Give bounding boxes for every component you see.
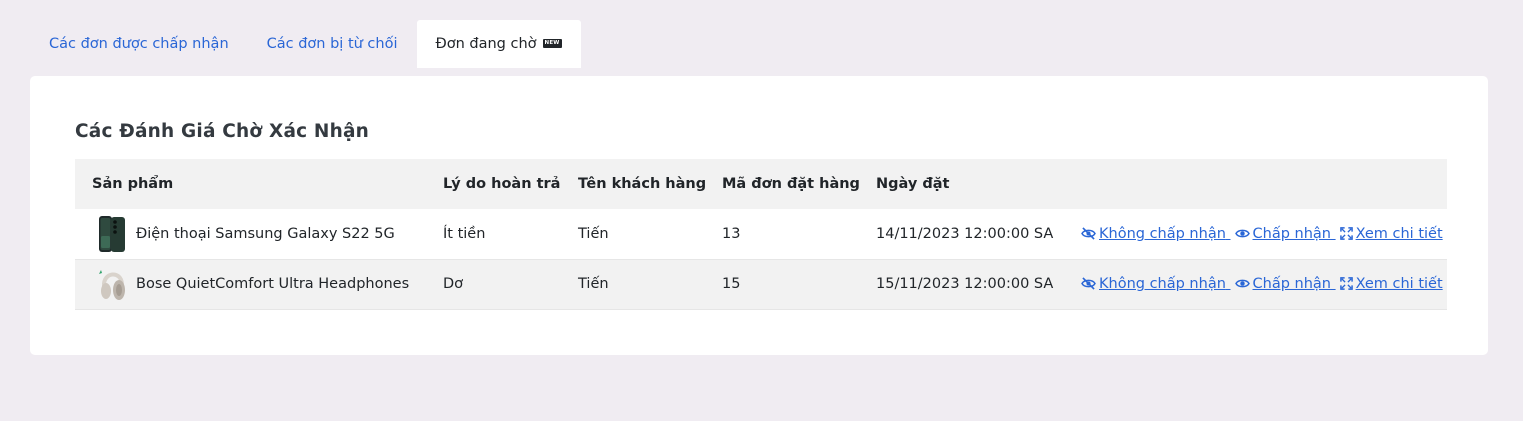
pending-orders-table: Sản phẩm Lý do hoàn trả Tên khách hàng M… [75,159,1447,310]
eye-icon [1234,229,1250,238]
header-actions [1081,159,1447,209]
view-details-label: Xem chi tiết [1355,225,1443,242]
headphones-thumbnail-icon [96,264,128,304]
expand-icon [1339,226,1353,240]
reject-link[interactable]: Không chấp nhận [1081,226,1231,242]
tab-accepted-label: Các đơn được chấp nhận [49,36,229,52]
cell-product: Điện thoại Samsung Galaxy S22 5G [75,209,443,259]
cell-date: 14/11/2023 12:00:00 SA [876,225,1054,242]
header-customer: Tên khách hàng [578,176,707,192]
status-tabs: Các đơn được chấp nhận Các đơn bị từ chố… [30,20,581,68]
product-name: Điện thoại Samsung Galaxy S22 5G [136,225,395,242]
product-name: Bose QuietComfort Ultra Headphones [136,276,410,292]
new-badge-icon: NEW [542,38,562,48]
tab-rejected-orders[interactable]: Các đơn bị từ chối [248,20,417,68]
header-product: Sản phẩm [92,176,174,192]
cell-actions: Không chấp nhận Chấp nhận Xem chi tiết [1081,259,1447,309]
cell-product: Bose QuietComfort Ultra Headphones [75,259,443,309]
eye-slash-icon [1081,227,1096,240]
header-date: Ngày đặt [876,176,950,192]
card-title: Các Đánh Giá Chờ Xác Nhận [75,121,370,142]
view-details-link[interactable]: Xem chi tiết [1339,276,1443,292]
cell-customer: Tiến [578,225,609,242]
accept-link[interactable]: Chấp nhận [1234,276,1336,292]
tab-rejected-label: Các đơn bị từ chối [266,36,398,52]
reject-label: Không chấp nhận [1099,276,1226,292]
accept-label: Chấp nhận [1252,225,1331,242]
phone-thumbnail-icon [96,214,128,254]
cell-order-id: 15 [722,276,741,292]
view-details-label: Xem chi tiết [1355,276,1443,292]
header-order-id: Mã đơn đặt hàng [722,176,860,192]
pending-reviews-card: Các Đánh Giá Chờ Xác Nhận Sản phẩm Lý do… [30,76,1488,355]
table-header-row: Sản phẩm Lý do hoàn trả Tên khách hàng M… [75,159,1447,209]
tab-pending-orders[interactable]: Đơn đang chờ NEW [416,20,581,68]
cell-actions: Không chấp nhận Chấp nhận Xem chi tiết [1081,209,1447,259]
tab-accepted-orders[interactable]: Các đơn được chấp nhận [30,20,248,68]
tab-pending-label: Đơn đang chờ [435,36,537,52]
cell-order-id: 13 [722,225,741,242]
table-row: Điện thoại Samsung Galaxy S22 5G Ít tiền… [75,209,1447,259]
eye-slash-icon [1081,277,1096,290]
cell-customer: Tiến [578,276,609,292]
cell-reason: Ít tiền [443,225,486,242]
table-row: Bose QuietComfort Ultra Headphones Dơ Ti… [75,259,1447,309]
expand-icon [1339,277,1353,290]
reject-link[interactable]: Không chấp nhận [1081,276,1231,292]
header-reason: Lý do hoàn trả [443,176,561,192]
eye-icon [1234,279,1250,288]
cell-reason: Dơ [443,276,464,292]
view-details-link[interactable]: Xem chi tiết [1339,225,1443,242]
accept-link[interactable]: Chấp nhận [1234,225,1336,242]
accept-label: Chấp nhận [1252,276,1331,292]
reject-label: Không chấp nhận [1099,225,1226,242]
cell-date: 15/11/2023 12:00:00 SA [876,276,1054,292]
